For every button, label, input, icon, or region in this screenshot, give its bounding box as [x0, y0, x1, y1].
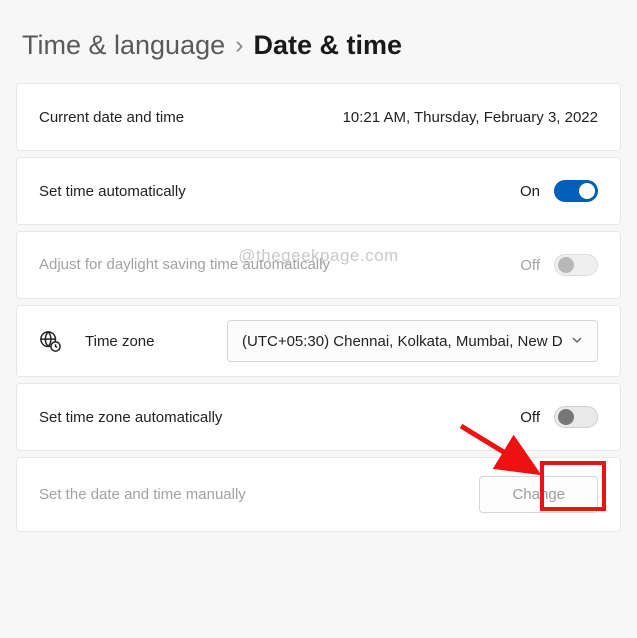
set-time-auto-card: Set time automatically On — [16, 157, 621, 225]
breadcrumb-parent[interactable]: Time & language — [22, 30, 225, 61]
breadcrumb: Time & language › Date & time — [16, 16, 621, 83]
set-time-auto-state: On — [520, 183, 540, 200]
chevron-down-icon — [571, 333, 583, 350]
set-tz-auto-card: Set time zone automatically Off — [16, 383, 621, 451]
chevron-right-icon: › — [235, 31, 243, 60]
timezone-label: Time zone — [85, 333, 154, 350]
timezone-select[interactable]: (UTC+05:30) Chennai, Kolkata, Mumbai, Ne… — [227, 320, 598, 362]
globe-clock-icon — [39, 330, 61, 352]
daylight-label: Adjust for daylight saving time automati… — [39, 255, 330, 275]
set-tz-auto-state: Off — [520, 409, 540, 426]
set-tz-auto-label: Set time zone automatically — [39, 409, 222, 426]
daylight-toggle — [554, 254, 598, 276]
breadcrumb-current: Date & time — [253, 30, 402, 61]
daylight-state: Off — [520, 257, 540, 274]
manual-card: Set the date and time manually Change — [16, 457, 621, 532]
current-datetime-label: Current date and time — [39, 109, 184, 126]
daylight-card: Adjust for daylight saving time automati… — [16, 231, 621, 299]
current-datetime-card: Current date and time 10:21 AM, Thursday… — [16, 83, 621, 151]
set-tz-auto-toggle[interactable] — [554, 406, 598, 428]
timezone-card: Time zone (UTC+05:30) Chennai, Kolkata, … — [16, 305, 621, 377]
current-datetime-value: 10:21 AM, Thursday, February 3, 2022 — [343, 109, 598, 126]
set-time-auto-toggle[interactable] — [554, 180, 598, 202]
change-button[interactable]: Change — [479, 476, 598, 513]
set-time-auto-label: Set time automatically — [39, 183, 186, 200]
manual-label: Set the date and time manually — [39, 486, 246, 503]
timezone-selected-value: (UTC+05:30) Chennai, Kolkata, Mumbai, Ne… — [242, 333, 563, 350]
